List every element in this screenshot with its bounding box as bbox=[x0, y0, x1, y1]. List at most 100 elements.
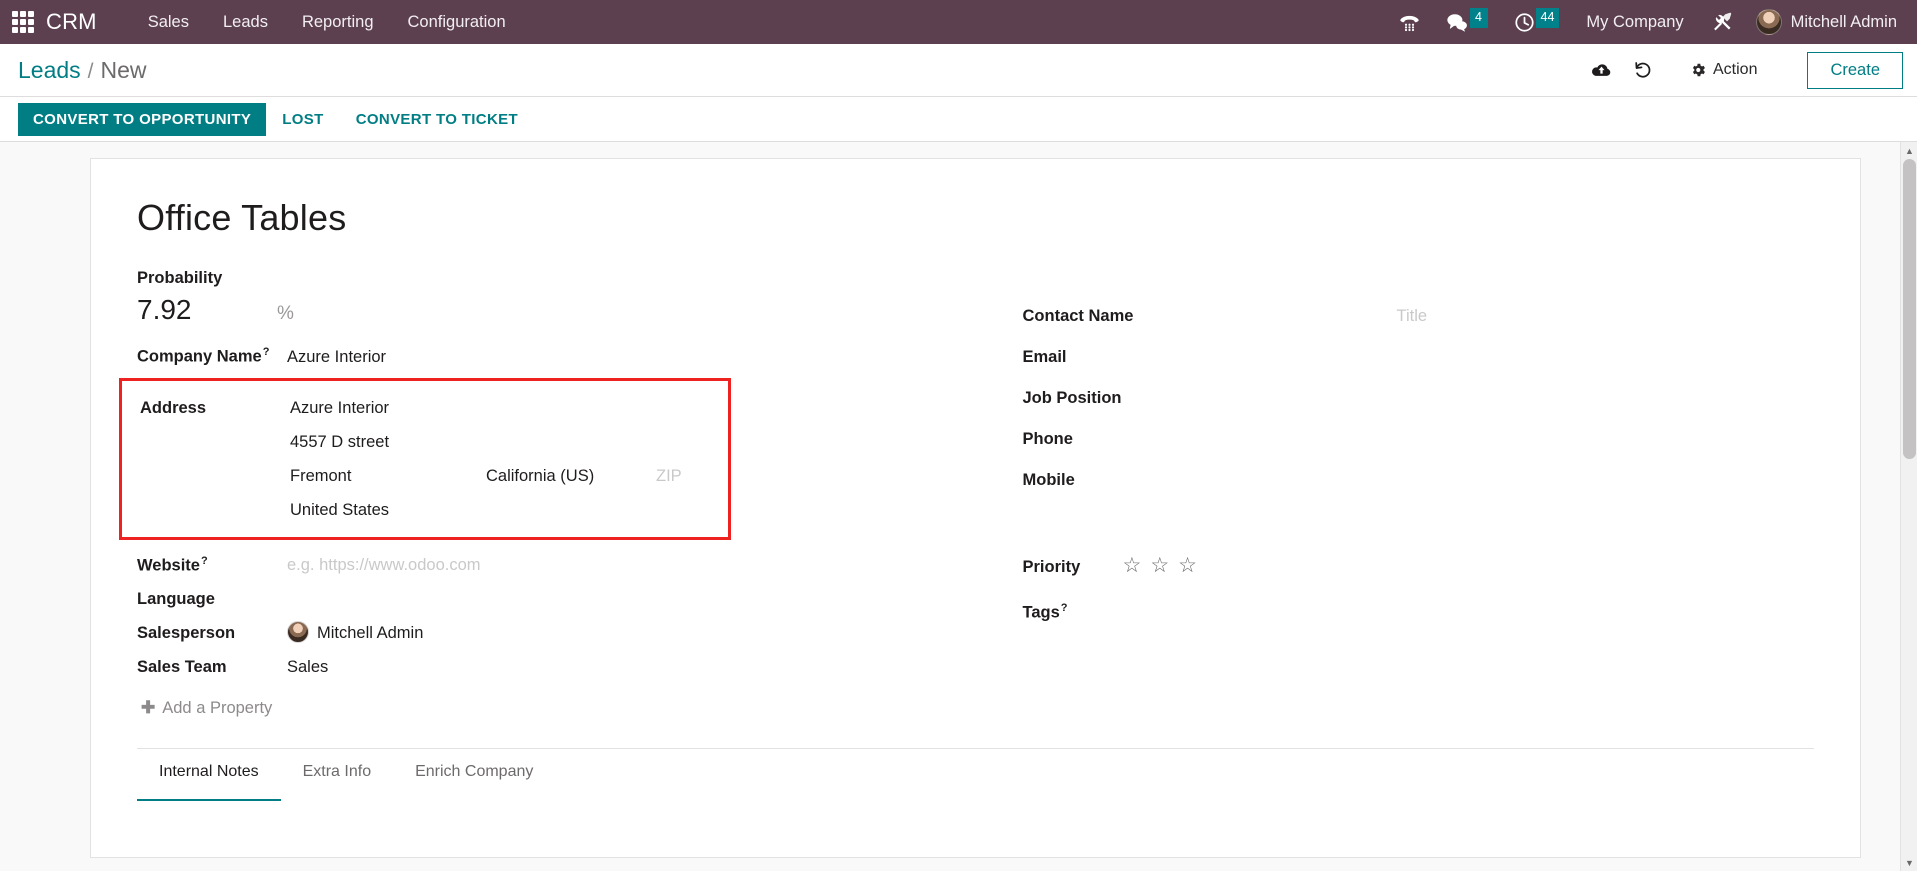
sales-team-label: Sales Team bbox=[137, 658, 227, 676]
systray: 4 44 My Company Mitchell Admin bbox=[1386, 0, 1903, 44]
tags-help-icon[interactable]: ? bbox=[1061, 602, 1068, 614]
priority-star-3[interactable]: ☆ bbox=[1178, 549, 1197, 583]
field-probability: Probability 7.92 % bbox=[137, 265, 976, 333]
company-name-label: Company Name? bbox=[137, 335, 287, 374]
tab-internal-notes[interactable]: Internal Notes bbox=[137, 749, 281, 801]
tab-extra-info[interactable]: Extra Info bbox=[281, 749, 393, 801]
activities-clock-icon bbox=[1514, 12, 1534, 32]
cloud-upload-save-icon bbox=[1591, 63, 1610, 76]
tab-enrich-company[interactable]: Enrich Company bbox=[393, 749, 555, 801]
form-scroll-area: Office Tables Probability 7.92 % Company… bbox=[0, 142, 1917, 871]
address-line-city-state-zip: Fremont California (US) ZIP bbox=[290, 459, 728, 493]
convert-to-ticket-button[interactable]: CONVERT TO TICKET bbox=[340, 103, 534, 136]
apps-grid-icon[interactable] bbox=[12, 11, 34, 33]
address-lines: Azure Interior 4557 D street Fremont Cal… bbox=[290, 391, 728, 527]
probability-label: Probability bbox=[137, 269, 223, 287]
priority-star-1[interactable]: ☆ bbox=[1123, 549, 1142, 583]
website-help-icon[interactable]: ? bbox=[201, 555, 208, 567]
salesperson-label: Salesperson bbox=[137, 624, 236, 642]
field-mobile: Mobile bbox=[1023, 463, 1815, 497]
messages-icon bbox=[1446, 13, 1467, 32]
address-street2-input[interactable]: 4557 D street bbox=[290, 425, 389, 459]
voip-dialpad-button[interactable] bbox=[1386, 0, 1433, 44]
tags-label-text: Tags bbox=[1022, 603, 1060, 622]
scroll-up-arrow[interactable]: ▲ bbox=[1901, 142, 1917, 159]
form-column-right: Contact Name Title Email Job Position Ph… bbox=[976, 265, 1815, 718]
create-button[interactable]: Create bbox=[1807, 51, 1903, 89]
vertical-scrollbar[interactable]: ▲ ▼ bbox=[1900, 142, 1917, 871]
field-sales-team: Sales Team Sales bbox=[137, 650, 976, 684]
menu-item-leads[interactable]: Leads bbox=[206, 0, 285, 44]
voip-dialpad-icon bbox=[1399, 15, 1419, 31]
address-label: Address bbox=[140, 398, 207, 417]
discard-changes-button[interactable] bbox=[1622, 50, 1664, 90]
breadcrumb-item-leads[interactable]: Leads bbox=[18, 57, 81, 84]
salesperson-input[interactable]: Mitchell Admin bbox=[287, 616, 423, 650]
field-priority: Priority ☆ ☆ ☆ bbox=[1023, 549, 1815, 584]
plus-icon: ✚ bbox=[141, 698, 156, 717]
convert-to-opportunity-button[interactable]: CONVERT TO OPPORTUNITY bbox=[18, 102, 267, 136]
address-line-street-name: Azure Interior bbox=[290, 391, 728, 425]
scroll-down-arrow[interactable]: ▼ bbox=[1901, 854, 1917, 871]
address-zip-input[interactable]: ZIP bbox=[656, 459, 682, 493]
control-panel: Leads / New Action Create bbox=[0, 44, 1917, 97]
address-line-street2: 4557 D street bbox=[290, 425, 728, 459]
page-title[interactable]: Office Tables bbox=[137, 197, 1814, 239]
mobile-label: Mobile bbox=[1022, 471, 1075, 489]
action-menu-label: Action bbox=[1713, 61, 1758, 78]
messages-counter-badge: 4 bbox=[1469, 8, 1488, 28]
action-menu-button[interactable]: Action bbox=[1678, 54, 1773, 86]
field-email: Email bbox=[1023, 340, 1815, 374]
user-menu[interactable]: Mitchell Admin bbox=[1746, 0, 1903, 44]
address-city-input[interactable]: Fremont bbox=[290, 459, 486, 493]
address-street-name-input[interactable]: Azure Interior bbox=[290, 391, 389, 425]
company-name-label-text: Company Name bbox=[137, 347, 262, 366]
address-state-input[interactable]: California (US) bbox=[486, 459, 656, 493]
address-highlight-box: Address Azure Interior 4557 D street Fre… bbox=[119, 377, 731, 540]
contact-title-input[interactable]: Title bbox=[1397, 299, 1487, 333]
company-name-help-icon[interactable]: ? bbox=[263, 346, 270, 358]
add-a-property-label: Add a Property bbox=[162, 698, 273, 717]
menu-item-sales[interactable]: Sales bbox=[131, 0, 206, 44]
avatar bbox=[1755, 9, 1782, 35]
priority-stars[interactable]: ☆ ☆ ☆ bbox=[1123, 549, 1197, 583]
priority-star-2[interactable]: ☆ bbox=[1150, 549, 1169, 583]
website-input[interactable]: e.g. https://www.odoo.com bbox=[287, 548, 481, 582]
field-salesperson: Salesperson Mitchell Admin bbox=[137, 616, 976, 650]
field-contact-name: Contact Name Title bbox=[1023, 299, 1815, 333]
add-a-property-button[interactable]: ✚ Add a Property bbox=[141, 698, 272, 718]
field-tags: Tags? bbox=[1023, 591, 1815, 630]
scrollbar-thumb[interactable] bbox=[1903, 159, 1916, 459]
probability-input[interactable]: 7.92 bbox=[137, 291, 277, 329]
company-switcher[interactable]: My Company bbox=[1572, 0, 1697, 44]
language-label: Language bbox=[137, 590, 215, 608]
address-country-input[interactable]: United States bbox=[290, 493, 389, 527]
main-menu: Sales Leads Reporting Configuration bbox=[131, 0, 523, 44]
priority-label: Priority bbox=[1022, 558, 1081, 576]
breadcrumb: Leads / New bbox=[18, 57, 147, 84]
company-name-input[interactable]: Azure Interior bbox=[287, 340, 386, 374]
form-column-left: Probability 7.92 % Company Name? Azure I… bbox=[119, 265, 976, 718]
mark-lost-button[interactable]: LOST bbox=[266, 103, 339, 136]
menu-item-reporting[interactable]: Reporting bbox=[285, 0, 391, 44]
save-record-button[interactable] bbox=[1580, 50, 1622, 90]
sales-team-input[interactable]: Sales bbox=[287, 650, 377, 684]
debug-tools-button[interactable] bbox=[1698, 0, 1746, 44]
tags-label: Tags? bbox=[1023, 591, 1219, 630]
control-panel-actions: Action Create bbox=[1580, 50, 1903, 90]
probability-row: 7.92 % bbox=[137, 291, 976, 333]
salesperson-value: Mitchell Admin bbox=[317, 624, 424, 642]
field-company-name: Company Name? Azure Interior bbox=[137, 335, 976, 374]
menu-item-configuration[interactable]: Configuration bbox=[391, 0, 523, 44]
contact-name-label: Contact Name bbox=[1022, 307, 1134, 325]
activities-button[interactable]: 44 bbox=[1501, 0, 1573, 44]
job-position-label: Job Position bbox=[1022, 389, 1122, 407]
messages-button[interactable]: 4 bbox=[1433, 0, 1501, 44]
website-label-text: Website bbox=[137, 556, 200, 574]
field-address: Address Azure Interior 4557 D street Fre… bbox=[140, 391, 728, 527]
salesperson-avatar bbox=[287, 621, 309, 643]
app-brand-crm[interactable]: CRM bbox=[46, 9, 97, 35]
activities-counter-badge: 44 bbox=[1535, 8, 1560, 28]
phone-label: Phone bbox=[1022, 430, 1073, 448]
debug-tools-icon bbox=[1713, 12, 1731, 31]
